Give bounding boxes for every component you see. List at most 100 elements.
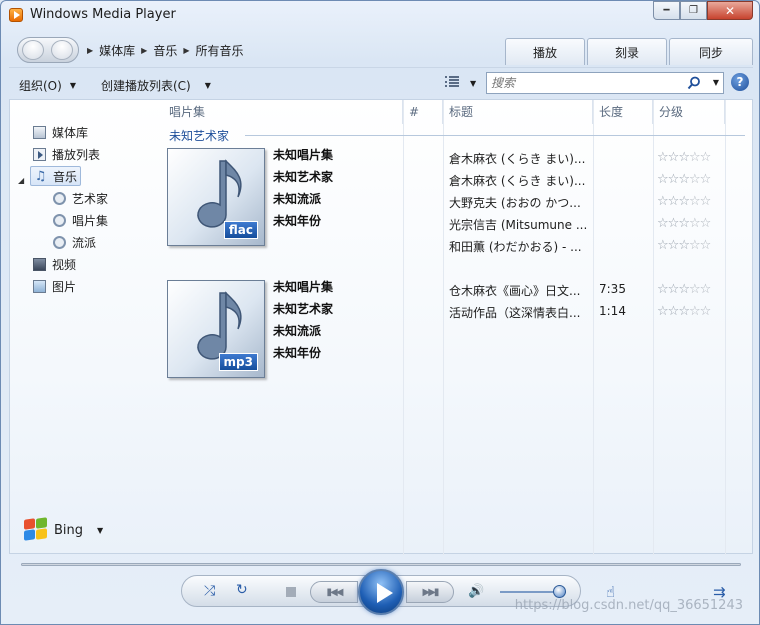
star-icon: ☆ <box>699 282 712 297</box>
search-input[interactable] <box>491 75 681 91</box>
format-badge: mp3 <box>218 353 258 371</box>
star-icon: ☆ <box>667 282 680 297</box>
star-icon: ☆ <box>657 194 669 209</box>
star-rating[interactable]: ☆☆☆☆☆ <box>657 194 712 209</box>
artist-icon <box>53 191 66 205</box>
library-toolbar: 组织(O) ▼ 创建播放列表(C) ▼ ▼ ▼ ? <box>9 67 753 99</box>
chevron-down-icon[interactable]: ▼ <box>470 79 476 88</box>
breadcrumb-item-music[interactable]: 音乐 <box>153 42 177 59</box>
chevron-down-icon[interactable]: ▼ <box>713 78 719 87</box>
sidebar-item-library[interactable]: 媒体库 <box>30 122 91 142</box>
track-title[interactable]: 和田薫 (わだかおる) - ... <box>449 238 582 255</box>
star-rating[interactable]: ☆☆☆☆☆ <box>657 304 711 319</box>
album-art-mp3[interactable]: mp3 <box>167 280 265 378</box>
watermark: https://blog.csdn.net/qq_36651243 <box>514 598 743 613</box>
tab-burn[interactable]: 刻录 <box>587 38 667 65</box>
shuffle-icon[interactable]: ⤮ <box>204 583 215 599</box>
tab-sync[interactable]: 同步 <box>669 38 753 65</box>
play-button[interactable] <box>358 569 404 615</box>
expand-triangle-icon[interactable]: ◢ <box>18 176 24 185</box>
star-icon: ☆ <box>667 150 680 165</box>
star-icon: ☆ <box>678 216 690 231</box>
close-button[interactable]: ✕ <box>707 1 753 20</box>
create-playlist-menu[interactable]: 创建播放列表(C) ▼ <box>101 77 211 94</box>
breadcrumb-item-library[interactable]: 媒体库 <box>99 42 135 59</box>
star-icon: ☆ <box>678 304 690 319</box>
breadcrumb-item-all-music[interactable]: 所有音乐 <box>196 42 244 59</box>
seek-bar[interactable] <box>21 563 741 566</box>
back-button[interactable] <box>22 40 44 60</box>
minimize-button[interactable]: ━ <box>653 1 680 20</box>
chevron-down-icon: ▼ <box>69 81 76 90</box>
bing-search-provider[interactable]: Bing ▼ <box>22 517 103 542</box>
track-title[interactable]: 倉木麻衣 (くらき まい)... <box>449 150 585 167</box>
column-header-rating[interactable]: 分级 <box>653 100 725 124</box>
picture-icon <box>33 279 46 293</box>
album-art-flac[interactable]: flac <box>167 148 265 246</box>
column-header-number[interactable]: # <box>403 100 443 124</box>
star-rating[interactable]: ☆☆☆☆☆ <box>657 238 711 253</box>
organize-menu[interactable]: 组织(O) ▼ <box>19 77 76 94</box>
playback-controls: ⤮ ↻ ▮◀◀ ▶▶▮ 🔊 ☝ ⇉ https://blog.csdn.net/… <box>9 561 753 621</box>
search-icon[interactable] <box>687 76 701 90</box>
wmp-app-icon <box>9 8 23 22</box>
star-icon: ☆ <box>688 150 701 165</box>
sidebar-item-playlists[interactable]: 播放列表 <box>30 144 103 164</box>
column-header-length[interactable]: 长度 <box>593 100 653 124</box>
windows-logo-icon <box>22 517 48 542</box>
track-title[interactable]: 仓木麻衣《画心》日文... <box>449 282 580 299</box>
album-artist: 未知艺术家 <box>273 170 334 184</box>
sidebar-item-pictures[interactable]: 图片 <box>30 276 79 296</box>
chevron-right-icon: ▶ <box>141 46 148 55</box>
column-header-album[interactable]: 唱片集 <box>163 100 403 124</box>
star-icon: ☆ <box>699 194 712 209</box>
sidebar-item-label: 流派 <box>72 235 97 250</box>
music-note-icon: ♫ <box>34 168 47 184</box>
star-icon: ☆ <box>678 172 690 187</box>
track-length: 7:35 <box>599 282 626 296</box>
tab-play[interactable]: 播放 <box>505 38 585 65</box>
album-info: 未知唱片集 未知艺术家 未知流派 未知年份 <box>273 146 333 234</box>
view-options-icon[interactable] <box>445 75 459 89</box>
star-icon: ☆ <box>667 172 680 187</box>
album-year: 未知年份 <box>273 214 322 228</box>
star-icon: ☆ <box>678 282 690 297</box>
organize-label: 组织(O) <box>19 79 62 93</box>
back-forward-buttons <box>17 37 79 63</box>
sidebar-item-music[interactable]: ♫ 音乐 <box>30 166 82 186</box>
sidebar-item-genre[interactable]: 流派 <box>50 232 99 252</box>
album-icon <box>53 213 66 227</box>
album-name: 未知唱片集 <box>273 280 334 294</box>
column-header-title[interactable]: 标题 <box>443 100 593 124</box>
star-rating[interactable]: ☆☆☆☆☆ <box>657 216 712 231</box>
group-header-artist[interactable]: 未知艺术家 <box>169 127 229 144</box>
sidebar-item-album[interactable]: 唱片集 <box>50 210 111 230</box>
star-icon: ☆ <box>699 216 712 231</box>
bing-label: Bing <box>54 522 84 538</box>
sidebar-item-label: 唱片集 <box>72 213 109 228</box>
forward-button[interactable] <box>51 40 73 60</box>
sidebar-item-artist[interactable]: 艺术家 <box>50 188 111 208</box>
volume-knob[interactable] <box>553 585 567 598</box>
track-title[interactable]: 倉木麻衣 (くらき まい)... <box>449 172 585 189</box>
repeat-icon[interactable]: ↻ <box>236 582 248 598</box>
previous-button[interactable]: ▮◀◀ <box>310 581 358 603</box>
details-view: 唱片集 # 标题 长度 分级 未知艺术家 flac 未知唱片集 未知艺术家 未知… <box>163 100 754 555</box>
track-title[interactable]: 活动作品（这深情表白... <box>449 304 580 321</box>
title-bar[interactable]: Windows Media Player ━ ❐ ✕ <box>1 1 759 29</box>
maximize-button[interactable]: ❐ <box>680 1 707 20</box>
album-name: 未知唱片集 <box>273 148 334 162</box>
track-title[interactable]: 光宗信吉 (Mitsumune ... <box>449 216 587 233</box>
stop-button[interactable] <box>286 587 296 597</box>
star-icon: ☆ <box>688 304 701 319</box>
star-rating[interactable]: ☆☆☆☆☆ <box>657 282 712 297</box>
next-button[interactable]: ▶▶▮ <box>406 581 454 603</box>
star-icon: ☆ <box>688 216 701 231</box>
library-icon <box>33 125 46 139</box>
track-title[interactable]: 大野克夫 (おおの かつ... <box>449 194 581 211</box>
star-rating[interactable]: ☆☆☆☆☆ <box>657 172 711 187</box>
volume-icon[interactable]: 🔊 <box>468 584 486 600</box>
star-rating[interactable]: ☆☆☆☆☆ <box>657 150 711 165</box>
help-icon[interactable]: ? <box>731 73 749 91</box>
sidebar-item-video[interactable]: 视频 <box>30 254 79 274</box>
